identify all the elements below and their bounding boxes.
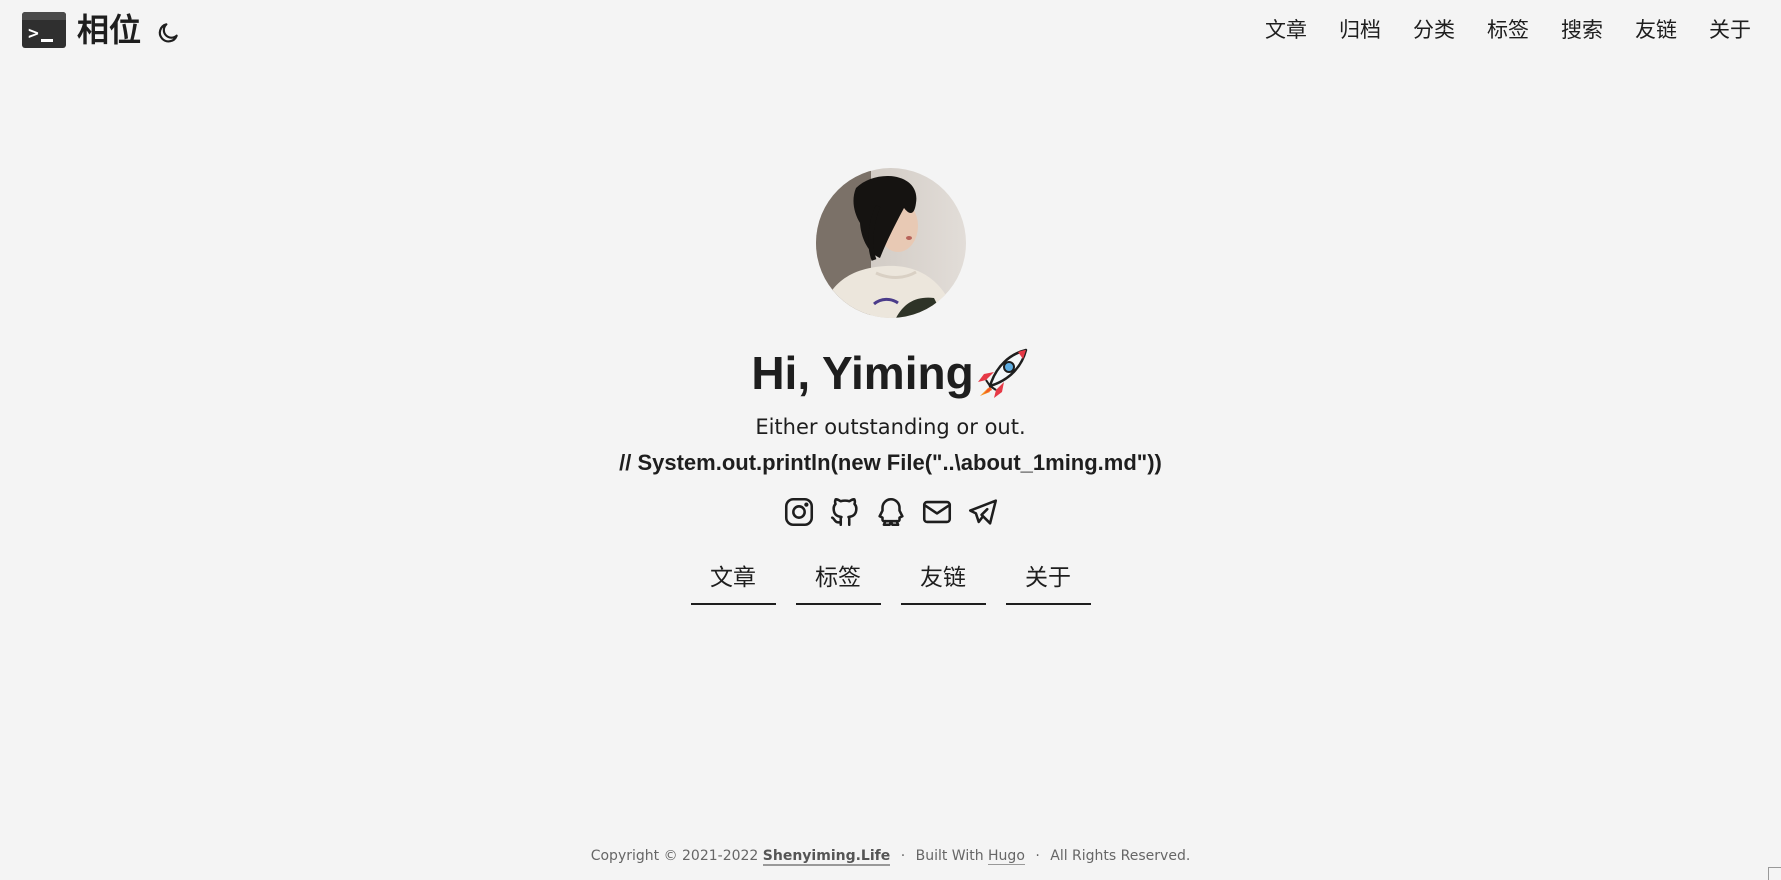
profile-subtitle: Either outstanding or out.	[755, 415, 1026, 439]
qq-icon[interactable]	[874, 495, 908, 529]
footer-separator: ·	[900, 848, 906, 864]
logo-link[interactable]: > 相位	[22, 12, 141, 48]
footer-rights: All Rights Reserved.	[1050, 848, 1191, 864]
nav-item-about[interactable]: 关于	[1709, 15, 1751, 45]
footer-hugo-link[interactable]: Hugo	[988, 848, 1025, 865]
profile-code-line: // System.out.println(new File("..\about…	[619, 450, 1162, 475]
social-icons	[776, 495, 1006, 529]
nav-item-archives[interactable]: 归档	[1339, 15, 1381, 45]
greeting-text: Hi, Yiming	[751, 347, 974, 399]
home-button-tags[interactable]: 标签	[795, 563, 881, 605]
footer-site-link[interactable]: Shenyiming.Life	[762, 848, 891, 866]
nav-item-links[interactable]: 友链	[1635, 15, 1677, 45]
brand: > 相位	[22, 12, 181, 48]
avatar	[815, 168, 966, 318]
site-title: 相位	[77, 11, 142, 49]
github-icon[interactable]	[828, 495, 862, 529]
site-header: > 相位 文章 归档 分类 标签 搜索 友链 关于	[0, 0, 1781, 60]
nav-item-search[interactable]: 搜索	[1561, 15, 1603, 45]
home-buttons: 文章 标签 友链 关于	[681, 563, 1101, 605]
moon-icon[interactable]	[155, 20, 181, 46]
telegram-icon[interactable]	[966, 495, 1000, 529]
nav-item-categories[interactable]: 分类	[1413, 15, 1455, 45]
home-button-about[interactable]: 关于	[1005, 563, 1091, 605]
footer-copyright: Copyright © 2021-2022	[590, 848, 759, 864]
profile-section: Hi, Yiming Either outstanding or out. //…	[0, 168, 1781, 605]
footer-separator-2: ·	[1035, 848, 1040, 864]
home-button-links[interactable]: 友链	[900, 563, 986, 605]
terminal-icon: >	[22, 12, 66, 48]
resize-handle	[1768, 867, 1781, 880]
home-button-posts[interactable]: 文章	[690, 563, 776, 605]
footer-built-with: Built With	[915, 848, 984, 864]
rocket-icon	[976, 346, 1030, 400]
greeting-heading: Hi, Yiming	[751, 346, 1029, 400]
top-nav: 文章 归档 分类 标签 搜索 友链 关于	[1233, 15, 1751, 45]
site-footer: Copyright © 2021-2022 Shenyiming.Life · …	[0, 845, 1781, 867]
instagram-icon[interactable]	[782, 495, 816, 529]
nav-item-tags[interactable]: 标签	[1487, 15, 1529, 45]
email-icon[interactable]	[920, 495, 954, 529]
nav-item-posts[interactable]: 文章	[1265, 15, 1307, 45]
